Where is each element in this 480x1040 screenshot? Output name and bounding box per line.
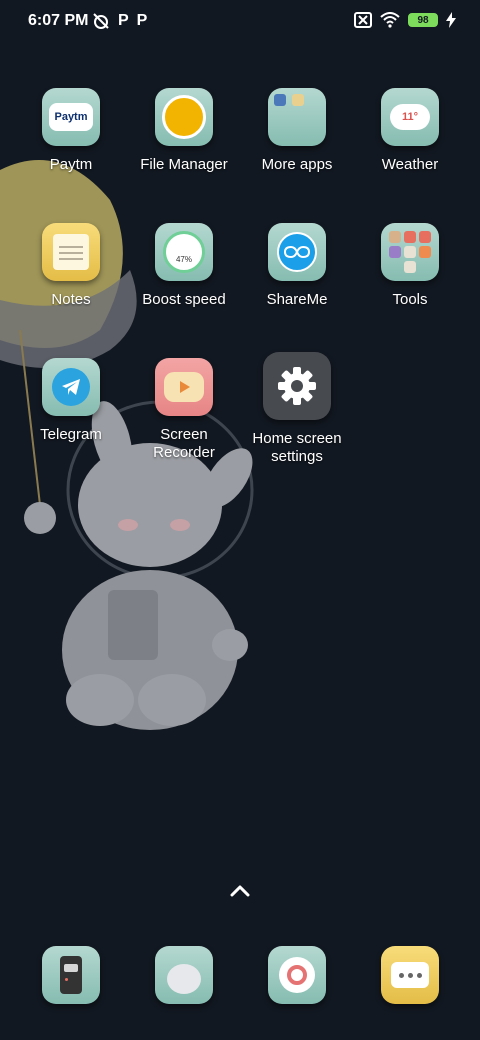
app-screen-recorder[interactable]: Screen Recorder xyxy=(128,358,240,462)
app-boost-speed[interactable]: 47% Boost speed xyxy=(128,223,240,309)
app-home-screen-settings[interactable]: Home screen settings xyxy=(241,352,353,466)
paytm-icon: Paytm xyxy=(42,88,100,146)
app-label: Paytm xyxy=(49,156,93,173)
folder-tools[interactable]: Tools xyxy=(354,223,466,309)
app-paytm[interactable]: Paytm Paytm xyxy=(15,88,127,174)
dock-app-walkie-talkie[interactable] xyxy=(15,946,127,1004)
bunny-icon xyxy=(155,946,213,1004)
weather-icon: 11° xyxy=(381,88,439,146)
app-label: Boost speed xyxy=(142,291,226,308)
chevron-up-icon[interactable] xyxy=(230,885,250,897)
app-label: Notes xyxy=(51,291,91,308)
dock-app-bunny[interactable] xyxy=(128,946,240,1004)
app-label: More apps xyxy=(261,156,333,173)
folder-icon xyxy=(268,88,326,146)
app-file-manager[interactable]: File Manager xyxy=(128,88,240,174)
app-label: ShareMe xyxy=(266,291,328,308)
telegram-icon xyxy=(42,358,100,416)
boost-speed-icon: 47% xyxy=(155,223,213,281)
messages-icon xyxy=(381,946,439,1004)
gear-icon xyxy=(263,352,331,420)
dock-app-messages[interactable] xyxy=(354,946,466,1004)
app-label: Telegram xyxy=(40,426,102,443)
chrome-icon xyxy=(268,946,326,1004)
notes-icon xyxy=(42,223,100,281)
file-manager-icon xyxy=(155,88,213,146)
app-notes[interactable]: Notes xyxy=(15,223,127,309)
alarm-off-icon xyxy=(93,13,109,29)
screen-recorder-icon xyxy=(155,358,213,416)
app-label: Screen Recorder xyxy=(153,426,215,461)
status-bar: 6:07 PM P P 98 xyxy=(0,0,480,44)
app-label: Weather xyxy=(381,156,439,173)
app-label: Home screen settings xyxy=(252,430,342,465)
notification-p-icon: P xyxy=(136,12,148,29)
app-shareme[interactable]: ShareMe xyxy=(241,223,353,309)
dock-app-chrome[interactable] xyxy=(241,946,353,1004)
walkie-talkie-icon xyxy=(42,946,100,1004)
notification-p-icon: P xyxy=(118,12,129,29)
shareme-icon xyxy=(268,223,326,281)
no-sim-icon xyxy=(354,12,372,28)
wifi-icon xyxy=(380,12,400,28)
folder-icon xyxy=(381,223,439,281)
app-weather[interactable]: 11° Weather xyxy=(354,88,466,174)
app-telegram[interactable]: Telegram xyxy=(15,358,127,444)
app-label: Tools xyxy=(392,291,428,308)
app-label: File Manager xyxy=(140,156,228,173)
status-time: 6:07 PM xyxy=(28,12,89,29)
folder-more-apps[interactable]: More apps xyxy=(241,88,353,174)
charging-icon xyxy=(446,12,456,28)
system-icons: 98 xyxy=(354,12,456,28)
notification-icons: P P xyxy=(92,12,147,30)
battery-icon: 98 xyxy=(408,13,438,27)
